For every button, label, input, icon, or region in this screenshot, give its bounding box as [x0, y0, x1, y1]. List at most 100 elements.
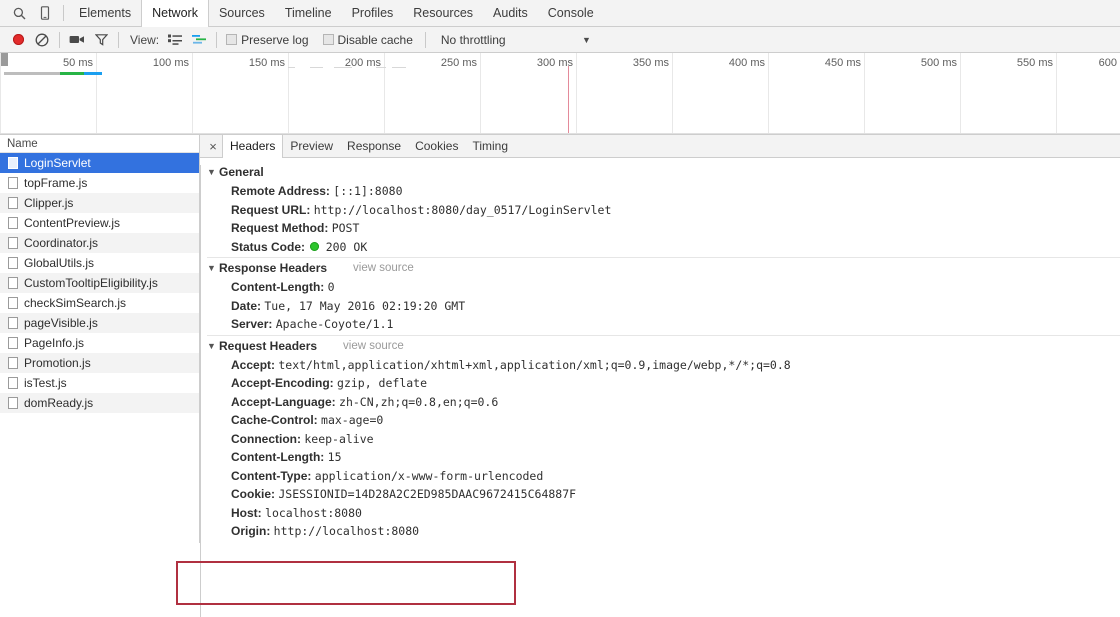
header-key: Accept: [231, 357, 276, 372]
script-icon [8, 357, 18, 369]
table-row[interactable]: CustomTooltipEligibility.js [0, 273, 199, 293]
header-value[interactable]: http://localhost:8080/day_0517/LoginServ… [314, 203, 612, 217]
preserve-log-box [226, 34, 238, 45]
header-row: Accept-Encoding: gzip, deflate [207, 374, 1120, 393]
column-header-name[interactable]: Name [0, 135, 199, 153]
header-value: 0 [327, 280, 335, 294]
tab-preview[interactable]: Preview [283, 135, 340, 157]
triangle-down-icon: ▼ [207, 263, 216, 273]
filter-icon[interactable] [89, 28, 113, 52]
tab-sources[interactable]: Sources [209, 0, 275, 26]
search-icon[interactable] [6, 0, 32, 26]
pane-splitter[interactable] [200, 165, 201, 617]
section-response-headers-header[interactable]: ▼ Response Headers view source [207, 257, 1120, 278]
header-key: Content-Length: [231, 280, 325, 294]
timeline-tick: 50 ms [63, 53, 97, 134]
header-row: Accept: text/html,application/xhtml+xml,… [207, 356, 1120, 375]
header-value: Apache-Coyote/1.1 [275, 317, 394, 331]
header-row: Accept-Language: zh-CN,zh;q=0.8,en;q=0.6 [207, 393, 1120, 412]
table-row[interactable]: checkSimSearch.js [0, 293, 199, 313]
header-value[interactable]: http://localhost:8080/day_0517/login.jsp [280, 543, 557, 544]
tab-resources[interactable]: Resources [403, 0, 483, 26]
section-general-header[interactable]: ▼ General [207, 162, 1120, 182]
request-detail-pane: × Headers Preview Response Cookies Timin… [200, 134, 1120, 544]
clear-button[interactable] [30, 28, 54, 52]
timeline-tick: 500 ms [921, 53, 961, 134]
header-row: Cache-Control: max-age=0 [207, 411, 1120, 430]
disable-cache-box [322, 34, 334, 45]
header-row: Content-Type: application/x-www-form-url… [207, 467, 1120, 486]
view-source-link[interactable]: view source [343, 340, 404, 352]
header-value: text/html,application/xhtml+xml,applicat… [278, 357, 791, 372]
throttling-select[interactable]: No throttling ▼ [441, 33, 591, 47]
header-value: 15 [327, 450, 342, 464]
close-icon[interactable]: × [204, 135, 222, 157]
header-key: Date: [231, 298, 262, 313]
tab-profiles[interactable]: Profiles [342, 0, 404, 26]
header-value: POST [331, 221, 360, 235]
tab-timeline[interactable]: Timeline [275, 0, 342, 26]
table-row[interactable]: topFrame.js [0, 173, 199, 193]
table-row[interactable]: GlobalUtils.js [0, 253, 199, 273]
list-view-icon[interactable] [163, 28, 187, 52]
document-icon [8, 157, 18, 169]
view-source-link[interactable]: view source [353, 262, 414, 274]
header-row: Request Method: POST [207, 219, 1120, 238]
request-name: Promotion.js [24, 356, 91, 370]
request-name: PageInfo.js [24, 336, 85, 350]
table-row[interactable]: domReady.js [0, 393, 199, 413]
request-name: Clipper.js [24, 196, 74, 210]
header-key: Request URL: [231, 202, 311, 217]
waterfall-view-icon[interactable] [187, 28, 211, 52]
header-value: max-age=0 [321, 413, 384, 427]
table-row[interactable]: Promotion.js [0, 353, 199, 373]
request-name: GlobalUtils.js [24, 256, 95, 270]
script-icon [8, 237, 18, 249]
table-row[interactable]: pageVisible.js [0, 313, 199, 333]
timeline-load-marker [568, 66, 569, 134]
header-value: [::1]:8080 [333, 184, 403, 198]
triangle-down-icon: ▼ [207, 340, 216, 351]
timeline-tick: 100 ms [153, 53, 193, 134]
table-row[interactable]: isTest.js [0, 373, 199, 393]
toolbar-divider-4 [216, 31, 218, 48]
disable-cache-checkbox[interactable]: Disable cache [322, 33, 413, 47]
header-key: Accept-Encoding: [231, 376, 334, 390]
section-request-headers-header[interactable]: ▼ Request Headers view source [207, 334, 1120, 356]
device-toolbar-icon[interactable] [32, 0, 58, 26]
table-row[interactable]: PageInfo.js [0, 333, 199, 353]
tab-audits[interactable]: Audits [483, 0, 538, 26]
tab-cookies[interactable]: Cookies [408, 135, 465, 157]
detail-tab-strip: × Headers Preview Response Cookies Timin… [200, 134, 1120, 158]
request-list[interactable]: Name LoginServlet topFrame.js Clipper.js… [0, 135, 200, 543]
network-timeline-overview[interactable]: 50 ms 100 ms 150 ms 200 ms 250 ms 300 ms… [0, 53, 1120, 135]
table-row[interactable]: LoginServlet [0, 153, 199, 173]
table-row[interactable]: Clipper.js [0, 193, 199, 213]
header-value: application/x-www-form-urlencoded [314, 468, 544, 483]
camera-icon[interactable] [65, 28, 89, 52]
header-row: Remote Address: [::1]:8080 [207, 182, 1120, 201]
tab-timing[interactable]: Timing [465, 135, 515, 157]
header-key: Connection: [231, 431, 301, 446]
network-main-split: Name LoginServlet topFrame.js Clipper.js… [0, 134, 1120, 544]
timeline-tick: 550 ms [1017, 53, 1057, 134]
timeline-left-handle[interactable] [0, 53, 8, 66]
script-icon [8, 277, 18, 289]
tab-response[interactable]: Response [340, 135, 408, 157]
header-key: Remote Address: [231, 184, 330, 198]
table-row[interactable]: Coordinator.js [0, 233, 199, 253]
section-title: Request Headers [219, 338, 318, 353]
tab-console[interactable]: Console [538, 0, 604, 26]
tab-elements[interactable]: Elements [69, 0, 141, 26]
request-name: topFrame.js [24, 176, 88, 190]
tab-network[interactable]: Network [141, 0, 209, 27]
table-row[interactable]: ContentPreview.js [0, 213, 199, 233]
header-key: Content-Type: [231, 468, 312, 483]
header-row: Request URL: http://localhost:8080/day_0… [207, 201, 1120, 220]
record-button[interactable] [6, 28, 30, 52]
toolbar-divider-3 [118, 31, 119, 48]
header-row: Server: Apache-Coyote/1.1 [207, 315, 1120, 334]
tab-headers[interactable]: Headers [222, 134, 284, 158]
preserve-log-checkbox[interactable]: Preserve log [226, 33, 309, 47]
header-key: Cache-Control: [231, 413, 318, 427]
